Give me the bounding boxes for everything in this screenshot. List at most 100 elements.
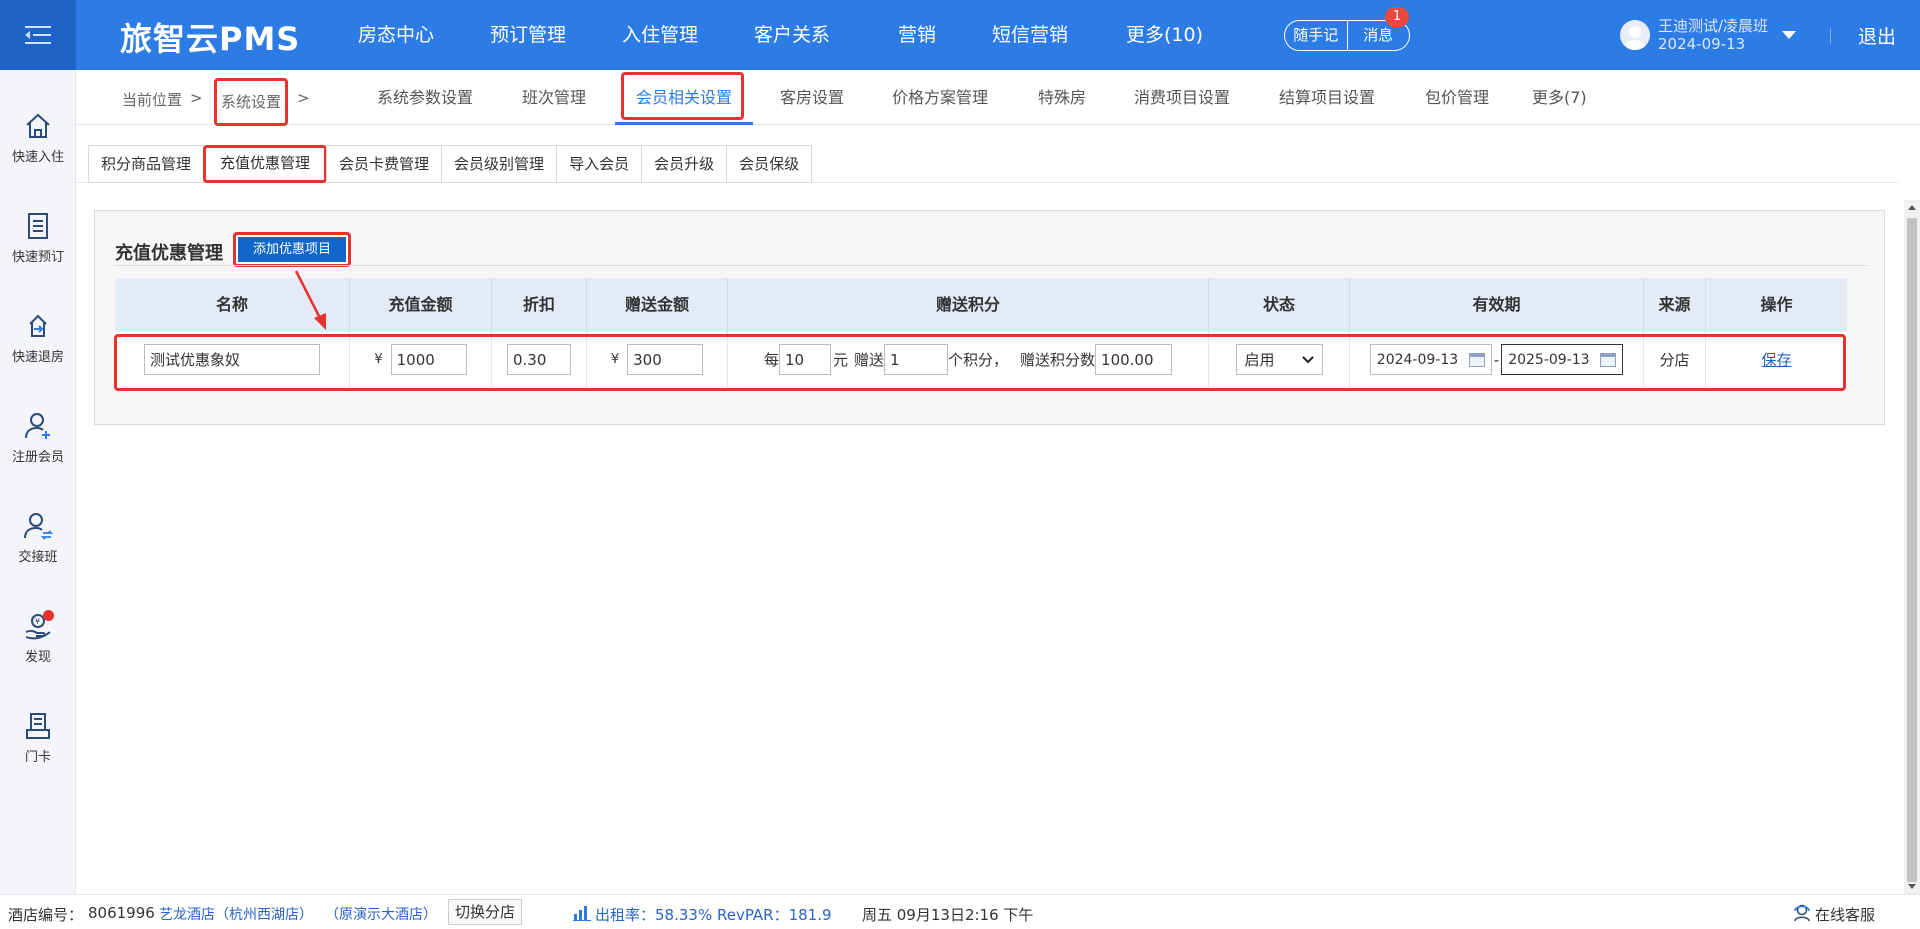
- scrollbar-thumb[interactable]: [1907, 218, 1917, 882]
- sidebar-item-label: 快速入住: [11, 150, 64, 165]
- sidebar: 快速入住 快速预订 快速退房 注册会员 交接班 ¥ 发现 门卡: [0, 70, 76, 894]
- tab-recharge-discount[interactable]: 充值优惠管理: [203, 145, 328, 183]
- top-nav: 房态中心 预订管理 入住管理 客户关系 营销 短信营销 更多(10): [358, 0, 1226, 70]
- sidebar-item-shift-handover[interactable]: 交接班: [0, 510, 76, 565]
- cell-gift-amount: ¥: [587, 332, 728, 387]
- cell-discount: [492, 332, 587, 387]
- gift-amount-input[interactable]: [627, 344, 704, 375]
- nav-reservation[interactable]: 预订管理: [490, 0, 622, 70]
- breadcrumb: 当前位置 >: [122, 89, 203, 110]
- add-user-icon: [25, 413, 50, 439]
- add-discount-item-label: 添加优惠项目: [238, 237, 346, 262]
- tab-member-level[interactable]: 会员级别管理: [441, 145, 558, 182]
- sidebar-item-label: 快速预订: [11, 250, 64, 265]
- points-every-input[interactable]: [778, 344, 831, 375]
- recharge-amount-input[interactable]: [390, 344, 467, 375]
- date-from-value: 2024-09-13: [1376, 351, 1459, 368]
- save-link[interactable]: 保存: [1761, 349, 1791, 370]
- points-total-label: 赠送积分数: [1020, 351, 1096, 369]
- cell-gift-points: 每 元 赠送 个积分， 赠送积分数: [728, 332, 1209, 387]
- panel-divider: [115, 265, 1867, 266]
- sidebar-item-door-card[interactable]: 门卡: [0, 710, 76, 765]
- tab-card-fee[interactable]: 会员卡费管理: [326, 145, 443, 182]
- discount-input[interactable]: [507, 344, 571, 375]
- notes-button[interactable]: 随手记: [1285, 21, 1348, 50]
- hotel-name: 艺龙酒店（杭州西湖店）: [159, 907, 313, 923]
- tab-import-members[interactable]: 导入会员: [556, 145, 643, 182]
- cell-source: 分店: [1644, 332, 1706, 387]
- discount-name-input[interactable]: [144, 344, 320, 375]
- sidebar-item-discover[interactable]: ¥ 发现: [0, 610, 76, 665]
- column-header: 状态: [1209, 278, 1350, 332]
- sidebar-item-label: 交接班: [18, 550, 58, 565]
- tab-price-plans[interactable]: 价格方案管理: [892, 70, 988, 125]
- tab-points-goods[interactable]: 积分商品管理: [88, 145, 205, 182]
- status-select[interactable]: 启用: [1235, 344, 1323, 375]
- member-subtabs: 积分商品管理 充值优惠管理 会员卡费管理 会员级别管理 导入会员 会员升级 会员…: [88, 145, 813, 183]
- nav-more[interactable]: 更多(10): [1126, 0, 1226, 70]
- table-header: 名称 充值金额 折扣 赠送金额 赠送积分 状态 有效期 来源 操作: [115, 278, 1847, 332]
- nav-crm[interactable]: 客户关系: [754, 0, 898, 70]
- add-discount-item-button[interactable]: 添加优惠项目: [233, 232, 351, 267]
- active-tab-underline: [615, 122, 753, 125]
- breadcrumb-separator: >: [297, 89, 310, 107]
- currency-symbol: ¥: [374, 352, 383, 367]
- notification-dot: [43, 610, 54, 621]
- sidebar-item-label: 注册会员: [11, 450, 64, 465]
- tab-member-retention[interactable]: 会员保级: [726, 145, 813, 182]
- breadcrumb-label: 当前位置: [122, 91, 183, 109]
- cell-name: [115, 332, 350, 387]
- tab-system-params[interactable]: 系统参数设置: [377, 70, 473, 125]
- sidebar-item-quick-checkin[interactable]: 快速入住: [0, 110, 76, 165]
- scroll-down-icon[interactable]: [1908, 884, 1916, 889]
- date-from-input[interactable]: 2024-09-13: [1369, 344, 1492, 375]
- sidebar-item-quick-booking[interactable]: 快速预订: [0, 210, 76, 265]
- sidebar-item-register-member[interactable]: 注册会员: [0, 410, 76, 465]
- switch-branch-button[interactable]: 切换分店: [448, 899, 523, 925]
- user-avatar-icon: [1625, 26, 1645, 50]
- scroll-up-icon[interactable]: [1908, 205, 1916, 210]
- tab-member-upgrade[interactable]: 会员升级: [641, 145, 728, 182]
- tab-shift-management[interactable]: 班次管理: [522, 70, 586, 125]
- tab-more[interactable]: 更多(7): [1532, 70, 1587, 125]
- cell-status: 启用: [1209, 332, 1350, 387]
- recharge-discount-panel: 充值优惠管理 添加优惠项目 名称 充值金额 折扣 赠送金额 赠送积分 状态 有效…: [94, 210, 1885, 425]
- online-service-link[interactable]: 在线客服: [1815, 904, 1875, 925]
- currency-symbol: ¥: [610, 352, 620, 367]
- vertical-scrollbar[interactable]: [1904, 200, 1920, 894]
- tab-settlement-items[interactable]: 结算项目设置: [1279, 70, 1375, 125]
- column-header: 赠送积分: [728, 278, 1209, 332]
- door-card-icon: [26, 713, 50, 739]
- nav-marketing[interactable]: 营销: [898, 0, 992, 70]
- chevron-down-icon: [1301, 355, 1314, 363]
- date-to-input[interactable]: 2025-09-13: [1501, 344, 1624, 375]
- app-logo: 旅智云PMS: [120, 20, 301, 58]
- user-name: 王迪测试/凌晨班: [1658, 17, 1769, 35]
- message-count-badge: 1: [1385, 7, 1409, 27]
- document-list-icon: [28, 213, 48, 239]
- tab-package-price[interactable]: 包价管理: [1425, 70, 1489, 125]
- points-unit: 元: [832, 351, 848, 369]
- tab-room-settings[interactable]: 客房设置: [780, 70, 844, 125]
- points-suffix: 个积分，: [948, 351, 1009, 369]
- status-bar: 酒店编号： 8061996 艺龙酒店（杭州西湖店） （原演示大酒店） 切换分店 …: [0, 894, 1920, 929]
- tab-special-rooms[interactable]: 特殊房: [1038, 70, 1086, 125]
- logout-button[interactable]: 退出: [1858, 22, 1896, 49]
- breadcrumb-current[interactable]: 系统设置: [214, 78, 288, 126]
- occupancy-stats: 出租率：58.33% RevPAR：181.9: [595, 906, 832, 924]
- user-menu[interactable]: 王迪测试/凌晨班 2024-09-13: [1620, 17, 1797, 53]
- points-give-input[interactable]: [884, 344, 948, 375]
- points-total-input[interactable]: [1095, 344, 1173, 375]
- nav-sms-marketing[interactable]: 短信营销: [992, 0, 1126, 70]
- tab-consumption-items[interactable]: 消费项目设置: [1134, 70, 1230, 125]
- column-header: 赠送金额: [587, 278, 728, 332]
- home-icon: [26, 113, 50, 138]
- nav-room-status[interactable]: 房态中心: [358, 0, 490, 70]
- nav-checkin[interactable]: 入住管理: [622, 0, 754, 70]
- source-value: 分店: [1659, 351, 1690, 369]
- caret-down-icon: [1782, 31, 1797, 39]
- top-bar: 旅智云PMS 房态中心 预订管理 入住管理 客户关系 营销 短信营销 更多(10…: [0, 0, 1920, 70]
- user-date: 2024-09-13: [1658, 35, 1746, 53]
- sidebar-item-quick-checkout[interactable]: 快速退房: [0, 310, 76, 365]
- menu-toggle-button[interactable]: [0, 0, 76, 70]
